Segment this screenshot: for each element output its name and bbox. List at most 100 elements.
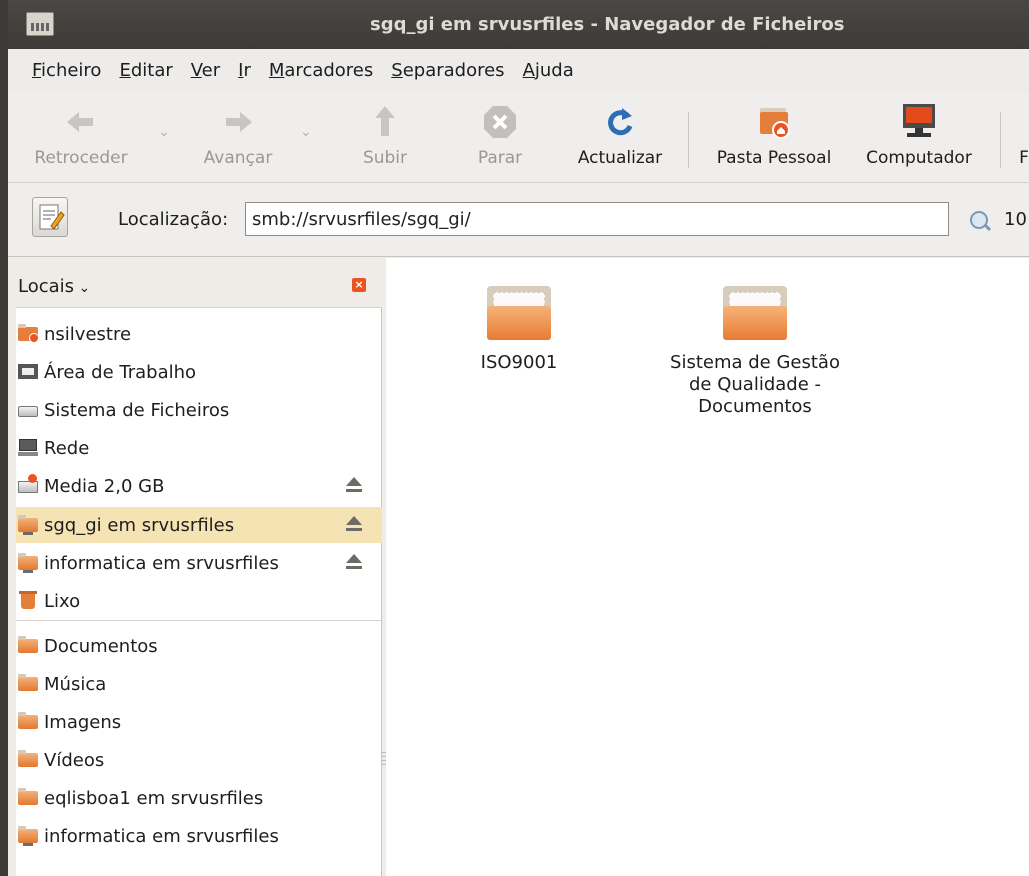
desktop-icon — [18, 363, 40, 381]
sidebar-item-label: Área de Trabalho — [44, 361, 197, 383]
stop-icon — [466, 102, 534, 142]
window-menu-icon[interactable] — [26, 12, 54, 36]
arrow-up-icon — [352, 102, 418, 142]
reload-label: Actualizar — [577, 148, 663, 168]
sidebar-item-media[interactable]: Media 2,0 GB — [16, 468, 382, 504]
reload-icon — [568, 102, 672, 142]
close-sidebar-icon[interactable]: × — [352, 278, 366, 292]
sidebar-item-informatica-bookmark[interactable]: informatica em srvusrfiles — [16, 818, 382, 854]
home-button[interactable]: Pasta Pessoal — [704, 102, 844, 168]
folder-icon — [723, 286, 787, 340]
network-folder-icon — [18, 553, 40, 573]
folder-icon — [18, 712, 40, 731]
media-icon — [18, 474, 40, 495]
sidebar-item-label: informatica em srvusrfiles — [44, 825, 279, 847]
up-label: Subir — [362, 148, 408, 168]
toggle-location-button[interactable] — [32, 197, 68, 237]
edit-icon — [39, 204, 65, 230]
sidebar-title: Locais — [18, 276, 75, 297]
sidebar-item-label: Media 2,0 GB — [44, 475, 165, 497]
folder-icon — [18, 636, 40, 655]
computer-icon — [854, 102, 984, 142]
toolbar: Retroceder ⌄ Avançar ⌄ Subir Parar Actua… — [8, 92, 1029, 183]
folder-icon — [18, 750, 40, 769]
menu-ajuda[interactable]: Ajuda — [523, 60, 574, 81]
sidebar-item-label: nsilvestre — [44, 323, 132, 345]
folder-name: ISO9001 — [480, 352, 558, 373]
sidebar-item-sgq-gi[interactable]: sgq_gi em srvusrfiles — [16, 507, 382, 543]
eject-icon[interactable] — [346, 477, 362, 495]
menu-ficheiro[interactable]: Ficheiro — [32, 60, 101, 81]
file-manager-window: sgq_gi em srvusrfiles - Navegador de Fic… — [8, 0, 1029, 876]
menu-editar[interactable]: Editar — [119, 60, 172, 81]
eject-icon[interactable] — [346, 516, 362, 534]
forward-button[interactable]: Avançar — [190, 102, 286, 168]
menu-bar: Ficheiro Editar Ver Ir Marcadores Separa… — [8, 49, 1029, 92]
sidebar-header: Locais ⌄ × — [16, 258, 382, 308]
back-label: Retroceder — [34, 148, 128, 168]
sidebar-item-informatica[interactable]: informatica em srvusrfiles — [16, 545, 382, 581]
sidebar-item-label: eqlisboa1 em srvusrfiles — [44, 787, 264, 809]
home-folder-icon — [18, 324, 40, 343]
forward-history-chevron-icon[interactable]: ⌄ — [300, 124, 312, 140]
sidebar-item-musica[interactable]: Música — [16, 666, 382, 702]
sidebar-item-label: Sistema de Ficheiros — [44, 399, 230, 421]
sidebar-item-eqlisboa1[interactable]: eqlisboa1 em srvusrfiles — [16, 780, 382, 816]
network-folder-icon — [18, 826, 40, 846]
eject-icon[interactable] — [346, 554, 362, 572]
computer-button[interactable]: Computador — [854, 102, 984, 168]
reload-button[interactable]: Actualizar — [568, 102, 672, 168]
sidebar-item-label: informatica em srvusrfiles — [44, 552, 279, 574]
home-folder-icon — [704, 102, 844, 142]
folder-icon — [487, 286, 551, 340]
sidebar-item-trash[interactable]: Lixo — [16, 583, 382, 619]
overflow-label: F — [1019, 148, 1029, 168]
chevron-down-icon: ⌄ — [74, 280, 91, 296]
location-input[interactable] — [245, 202, 949, 236]
sidebar-item-imagens[interactable]: Imagens — [16, 704, 382, 740]
sidebar-item-desktop[interactable]: Área de Trabalho — [16, 354, 382, 390]
arrow-left-icon — [26, 102, 136, 142]
network-icon — [18, 439, 40, 457]
sidebar-item-label: Imagens — [44, 711, 122, 733]
toolbar-separator — [688, 112, 689, 168]
sidebar-item-network[interactable]: Rede — [16, 430, 382, 466]
window-title: sgq_gi em srvusrfiles - Navegador de Fic… — [370, 14, 845, 35]
sidebar-item-label: Rede — [44, 437, 90, 459]
sidebar-item-filesystem[interactable]: Sistema de Ficheiros — [16, 392, 382, 428]
menu-separadores[interactable]: Separadores — [391, 60, 504, 81]
folder-item[interactable]: Sistema de Gestão de Qualidade - Documen… — [656, 286, 854, 418]
trash-icon — [18, 591, 40, 610]
folder-name: Sistema de Gestão de Qualidade - Documen… — [670, 352, 840, 417]
overflow-button[interactable]: F — [1018, 102, 1029, 168]
sidebar-item-label: Documentos — [44, 635, 158, 657]
overflow-icon — [1018, 102, 1029, 142]
toolbar-separator — [1000, 112, 1001, 168]
stop-button[interactable]: Parar — [466, 102, 534, 168]
title-bar[interactable]: sgq_gi em srvusrfiles - Navegador de Fic… — [8, 0, 1029, 49]
back-button[interactable]: Retroceder — [26, 102, 136, 168]
menu-ir[interactable]: Ir — [238, 60, 251, 81]
sidebar-item-label: Música — [44, 673, 107, 695]
menu-ver[interactable]: Ver — [191, 60, 220, 81]
back-history-chevron-icon[interactable]: ⌄ — [158, 124, 170, 140]
forward-label: Avançar — [203, 148, 273, 168]
arrow-right-icon — [190, 102, 286, 142]
zoom-level: 10 — [1004, 209, 1027, 230]
sidebar-title-dropdown[interactable]: Locais ⌄ — [18, 276, 90, 297]
sidebar-divider — [16, 620, 382, 621]
file-view[interactable]: ISO9001 Sistema de Gestão de Qualidade -… — [386, 258, 1029, 876]
sidebar-item-label: sgq_gi em srvusrfiles — [44, 514, 235, 536]
folder-icon — [18, 674, 40, 693]
zoom-out-icon[interactable] — [970, 211, 988, 229]
sidebar-item-documentos[interactable]: Documentos — [16, 628, 382, 664]
sidebar-item-home[interactable]: nsilvestre — [16, 316, 382, 352]
menu-marcadores[interactable]: Marcadores — [269, 60, 373, 81]
computer-label: Computador — [866, 148, 972, 168]
folder-item[interactable]: ISO9001 — [424, 286, 614, 374]
sidebar-item-label: Lixo — [44, 590, 81, 612]
up-button[interactable]: Subir — [352, 102, 418, 168]
sidebar-item-videos[interactable]: Vídeos — [16, 742, 382, 778]
home-label: Pasta Pessoal — [716, 148, 832, 168]
folder-icon — [18, 788, 40, 807]
